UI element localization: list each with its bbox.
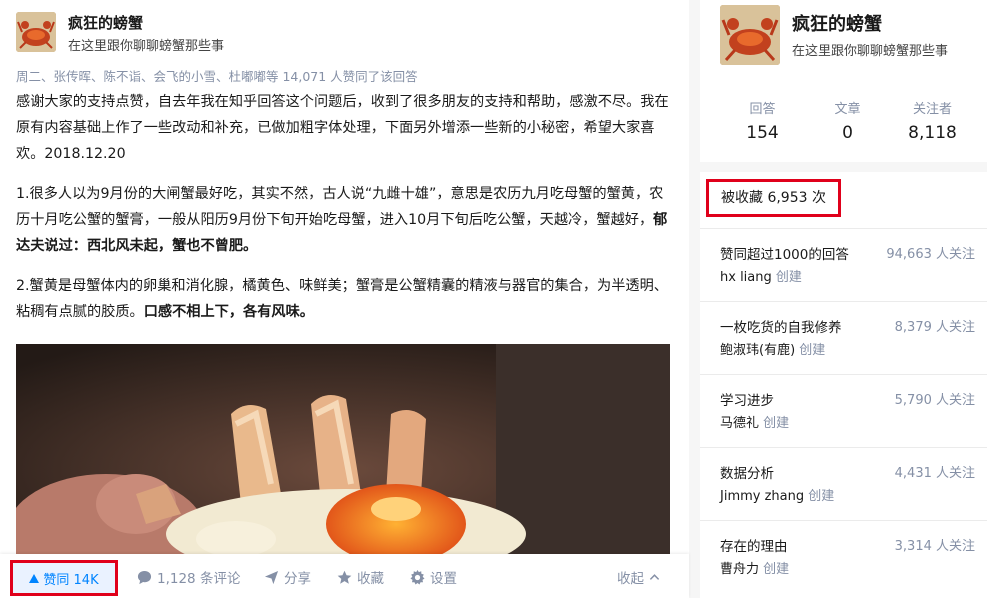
sidebar: 疯狂的螃蟹 在这里跟你聊聊螃蟹那些事 回答 154 文章 0 关注者 8,118… [700,0,987,598]
upvote-label: 赞同 14K [43,572,99,588]
creator-name[interactable]: hx liang [720,270,772,285]
creator-name[interactable]: Jimmy zhang [720,489,804,504]
collection-item[interactable]: 数据分析 Jimmy zhang 创建 4,431 人关注 [700,447,987,520]
collection-creator: hx liang 创建 [720,266,802,285]
collapse-label: 收起 [617,571,644,587]
collection-follows: 8,379 人关注 [894,320,975,335]
comments-button[interactable]: 1,128 条评论 [137,567,240,587]
author-bio: 在这里跟你聊聊螃蟹那些事 [68,39,225,54]
profile-bio: 在这里跟你聊聊螃蟹那些事 [792,44,949,59]
collection-follows: 3,314 人关注 [894,539,975,554]
share-label: 分享 [284,571,311,587]
collection-follows: 5,790 人关注 [894,393,975,408]
created-label: 创建 [763,416,790,431]
answer-paragraph-2: 1.很多人以为9月份的大闸蟹最好吃，其实不然，古人说“九雌十雄”，意思是农历九月… [16,181,676,259]
created-label: 创建 [763,562,790,577]
author-profile-card: 疯狂的螃蟹 在这里跟你聊聊螃蟹那些事 回答 154 文章 0 关注者 8,118 [700,0,987,162]
author-name[interactable]: 疯狂的螃蟹 [68,12,143,33]
collection-follows: 4,431 人关注 [894,466,975,481]
collections-title-prefix: 被收藏 [721,190,763,206]
stat-articles-label: 文章 [834,102,861,117]
collections-title: 被收藏 6,953 次 [706,179,841,217]
answer-paragraph-1: 感谢大家的支持点赞，自去年我在知乎回答这个问题后，收到了很多朋友的支持和帮助，感… [16,94,669,162]
answer-paragraph-3: 2.蟹黄是母蟹体内的卵巢和消化腺，橘黄色、味鲜美；蟹膏是公蟹精囊的精液与器官的集… [16,273,676,325]
collection-creator: 曹舟力 创建 [720,558,789,577]
stat-followers-value: 8,118 [908,123,957,143]
stat-answers[interactable]: 回答 154 [720,98,805,143]
share-button[interactable]: 分享 [264,567,311,587]
paragraph-3-bold: 口感不相上下，各有风味。 [143,304,314,320]
favorite-label: 收藏 [357,571,384,587]
comment-icon [137,570,152,584]
collection-creator: 马德礼 创建 [720,412,789,431]
collection-item[interactable]: 存在的理由 曹舟力 创建 3,314 人关注 [700,520,987,593]
voters-summary[interactable]: 周二、张传晖、陈不诣、会飞的小雪、杜嘟嘟等 14,071 人赞同了该回答 [16,66,418,85]
settings-button[interactable]: 设置 [410,567,457,587]
collection-follows: 94,663 人关注 [886,247,975,262]
collection-name[interactable]: 一枚吃货的自我修养 [720,316,842,336]
gear-icon [410,569,425,585]
upvote-button[interactable]: 赞同 14K [10,560,118,596]
answer-action-bar: 赞同 14K 1,128 条评论 分享 收藏 设置 收起 [0,554,689,598]
chevron-up-icon [649,573,660,580]
collection-name[interactable]: 数据分析 [720,462,774,482]
paragraph-3-text: 2.蟹黄是母蟹体内的卵巢和消化腺，橘黄色、味鲜美；蟹膏是公蟹精囊的精液与器官的集… [16,278,668,320]
stat-answers-label: 回答 [749,102,776,117]
created-label: 创建 [799,343,826,358]
collapse-button[interactable]: 收起 [617,567,660,587]
collection-item[interactable]: 赞同超过1000的回答 hx liang 创建 94,663 人关注 [700,228,987,301]
collection-name[interactable]: 存在的理由 [720,535,788,555]
collection-name[interactable]: 赞同超过1000的回答 [720,243,849,263]
collection-creator: Jimmy zhang 创建 [720,485,834,504]
collections-card: 被收藏 6,953 次 赞同超过1000的回答 hx liang 创建 94,6… [700,172,987,598]
star-icon [337,570,352,584]
collection-item[interactable]: 一枚吃货的自我修养 鲍淑玮(有鹿) 创建 8,379 人关注 [700,301,987,374]
creator-name[interactable]: 曹舟力 [720,562,759,577]
collection-item[interactable]: 学习进步 马德礼 创建 5,790 人关注 [700,374,987,447]
favorite-button[interactable]: 收藏 [337,567,384,587]
created-label: 创建 [808,489,835,504]
profile-avatar[interactable] [720,5,780,65]
upvote-arrow-icon [29,573,40,583]
collections-title-suffix: 次 [812,190,826,206]
profile-name[interactable]: 疯狂的螃蟹 [792,10,882,36]
stat-followers[interactable]: 关注者 8,118 [890,98,975,143]
comments-label: 1,128 条评论 [157,571,241,587]
collection-creator: 鲍淑玮(有鹿) 创建 [720,339,825,358]
crab-photo[interactable] [16,344,670,554]
answer-card: 疯狂的螃蟹 在这里跟你聊聊螃蟹那些事 周二、张传晖、陈不诣、会飞的小雪、杜嘟嘟等… [0,0,689,598]
stat-articles-value: 0 [842,123,853,143]
settings-label: 设置 [430,571,457,587]
creator-name[interactable]: 鲍淑玮(有鹿) [720,343,795,358]
author-avatar[interactable] [16,12,56,52]
paragraph-2-text: 1.很多人以为9月份的大闸蟹最好吃，其实不然，古人说“九雌十雄”，意思是农历九月… [16,186,664,228]
stat-followers-label: 关注者 [912,102,952,117]
created-label: 创建 [775,270,802,285]
creator-name[interactable]: 马德礼 [720,416,759,431]
stat-answers-value: 154 [746,123,779,143]
collections-count: 6,953 [767,190,808,206]
stat-articles[interactable]: 文章 0 [805,98,890,143]
share-icon [264,570,279,584]
collection-name[interactable]: 学习进步 [720,389,774,409]
